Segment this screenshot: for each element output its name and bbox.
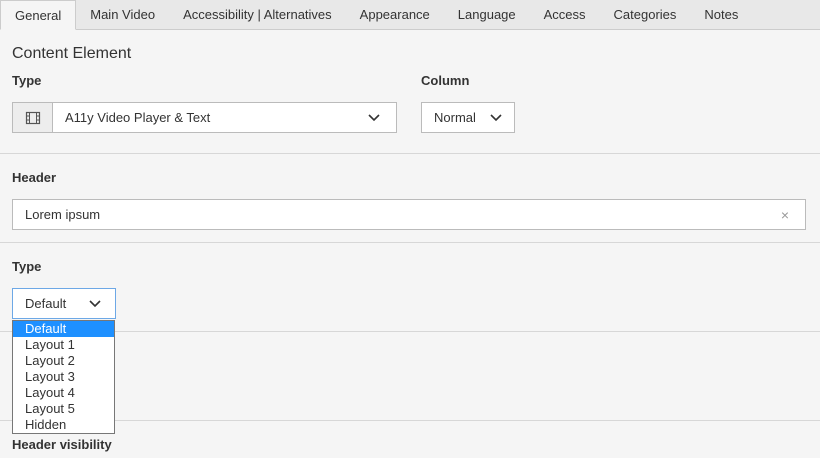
header-type-dropdown: Default Layout 1 Layout 2 Layout 3 Layou… [12, 320, 115, 434]
section-title-content-element: Content Element [12, 45, 132, 62]
type-label: Type [12, 73, 42, 88]
dropdown-option[interactable]: Layout 5 [13, 401, 114, 417]
chevron-down-icon [81, 299, 109, 308]
dropdown-option[interactable]: Layout 3 [13, 369, 114, 385]
header-label: Header [12, 170, 57, 185]
ctype-value: A11y Video Player & Text [65, 110, 211, 125]
chevron-down-icon [360, 113, 388, 122]
header-type-label: Type [12, 259, 42, 274]
section-divider [0, 242, 820, 243]
column-value: Normal [434, 110, 476, 125]
header-input-value: Lorem ipsum [25, 207, 101, 222]
tab-bar: General Main Video Accessibility | Alter… [0, 0, 820, 30]
dropdown-option[interactable]: Layout 2 [13, 353, 114, 369]
tab-notes[interactable]: Notes [690, 0, 752, 29]
tab-language[interactable]: Language [444, 0, 530, 29]
chevron-down-icon [482, 113, 510, 122]
dropdown-option[interactable]: Hidden [13, 417, 114, 433]
tab-accessibility[interactable]: Accessibility | Alternatives [169, 0, 346, 29]
tab-categories[interactable]: Categories [600, 0, 691, 29]
tab-appearance[interactable]: Appearance [346, 0, 444, 29]
dropdown-option[interactable]: Default [13, 321, 114, 337]
tab-access[interactable]: Access [530, 0, 600, 29]
clear-icon[interactable]: × [765, 207, 805, 223]
header-type-select[interactable]: Default [12, 288, 116, 319]
tab-main-video[interactable]: Main Video [76, 0, 169, 29]
column-select[interactable]: Normal [421, 102, 515, 133]
header-type-value: Default [25, 296, 67, 311]
header-input[interactable]: Lorem ipsum × [12, 199, 806, 230]
dropdown-option[interactable]: Layout 1 [13, 337, 114, 353]
tab-general[interactable]: General [0, 0, 77, 30]
section-divider [0, 331, 820, 332]
ctype-select[interactable]: A11y Video Player & Text [12, 102, 397, 133]
section-divider [0, 153, 820, 154]
film-icon [13, 103, 53, 132]
dropdown-option[interactable]: Layout 4 [13, 385, 114, 401]
header-visibility-label: Header visibility [12, 437, 112, 452]
column-label: Column [421, 73, 470, 88]
section-divider [0, 420, 820, 421]
